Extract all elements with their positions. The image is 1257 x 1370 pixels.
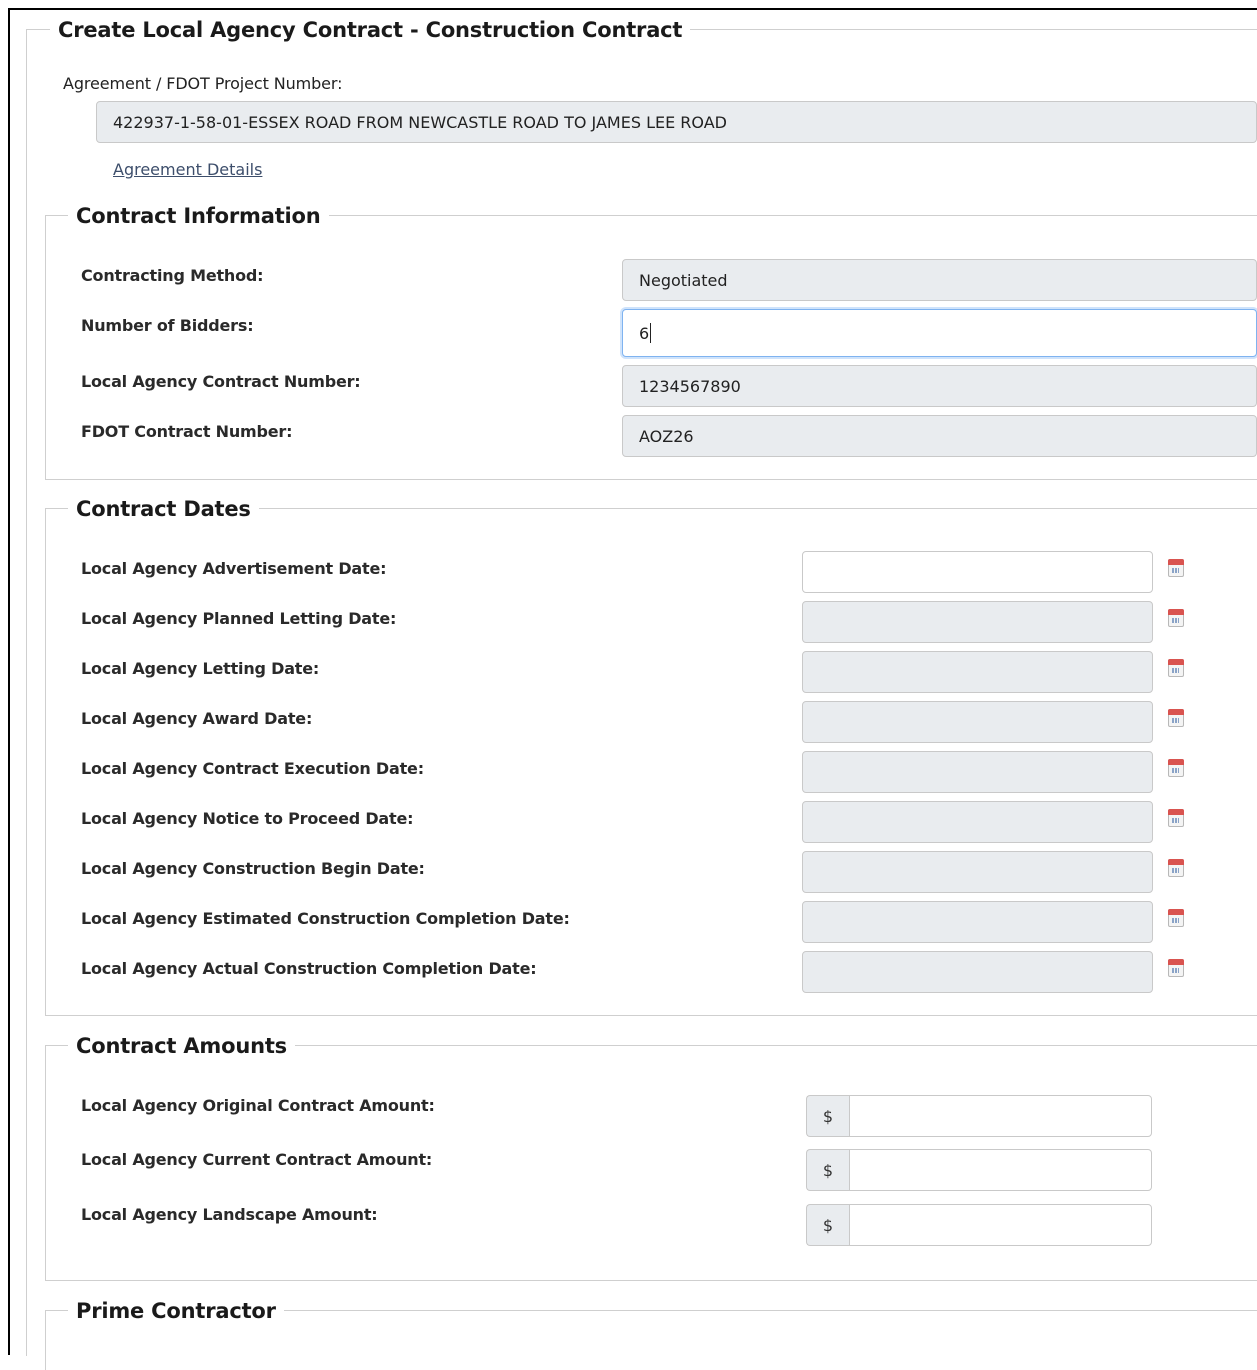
calendar-icon[interactable] <box>1168 559 1184 577</box>
date-label: Local Agency Construction Begin Date: <box>81 859 425 878</box>
local-agency-contract-number-label: Local Agency Contract Number: <box>81 372 361 391</box>
calendar-icon[interactable] <box>1168 809 1184 827</box>
currency-symbol: $ <box>806 1204 849 1246</box>
calendar-icon[interactable] <box>1168 909 1184 927</box>
calendar-icon[interactable] <box>1168 609 1184 627</box>
fdot-contract-number-field[interactable]: AOZ26 <box>622 415 1257 457</box>
contract-amounts-legend: Contract Amounts <box>68 1034 295 1058</box>
original-contract-amount-input[interactable] <box>849 1095 1152 1137</box>
text-caret <box>650 323 652 343</box>
original-contract-amount-label: Local Agency Original Contract Amount: <box>81 1096 435 1115</box>
date-label: Local Agency Planned Letting Date: <box>81 609 397 628</box>
landscape-amount-group: $ <box>806 1204 1152 1246</box>
contracting-method-field[interactable]: Negotiated <box>622 259 1257 301</box>
contract-execution-date-input[interactable] <box>802 751 1153 793</box>
landscape-amount-label: Local Agency Landscape Amount: <box>81 1205 378 1224</box>
construction-begin-date-input[interactable] <box>802 851 1153 893</box>
date-label: Local Agency Actual Construction Complet… <box>81 959 537 978</box>
current-contract-amount-label: Local Agency Current Contract Amount: <box>81 1150 433 1169</box>
original-contract-amount-group: $ <box>806 1095 1152 1137</box>
calendar-icon[interactable] <box>1168 709 1184 727</box>
number-of-bidders-label: Number of Bidders: <box>81 316 254 335</box>
award-date-input[interactable] <box>802 701 1153 743</box>
date-label: Local Agency Estimated Construction Comp… <box>81 909 570 928</box>
date-label: Local Agency Contract Execution Date: <box>81 759 424 778</box>
current-contract-amount-group: $ <box>806 1149 1152 1191</box>
date-label: Local Agency Letting Date: <box>81 659 320 678</box>
prime-contractor-legend: Prime Contractor <box>68 1299 284 1323</box>
page-title: Create Local Agency Contract - Construct… <box>50 18 691 42</box>
calendar-icon[interactable] <box>1168 759 1184 777</box>
notice-to-proceed-date-input[interactable] <box>802 801 1153 843</box>
local-agency-contract-number-field[interactable]: 1234567890 <box>622 365 1257 407</box>
currency-symbol: $ <box>806 1149 849 1191</box>
calendar-icon[interactable] <box>1168 859 1184 877</box>
planned-letting-date-input[interactable] <box>802 601 1153 643</box>
agreement-label: Agreement / FDOT Project Number: <box>63 74 343 93</box>
number-of-bidders-input[interactable]: 6 <box>622 309 1257 357</box>
estimated-completion-date-input[interactable] <box>802 901 1153 943</box>
actual-completion-date-input[interactable] <box>802 951 1153 993</box>
calendar-icon[interactable] <box>1168 659 1184 677</box>
contracting-method-label: Contracting Method: <box>81 266 264 285</box>
date-label: Local Agency Advertisement Date: <box>81 559 387 578</box>
contract-information-legend: Contract Information <box>68 204 329 228</box>
fdot-contract-number-label: FDOT Contract Number: <box>81 422 293 441</box>
number-of-bidders-value: 6 <box>639 323 650 343</box>
letting-date-input[interactable] <box>802 651 1153 693</box>
date-label: Local Agency Notice to Proceed Date: <box>81 809 414 828</box>
currency-symbol: $ <box>806 1095 849 1137</box>
contract-dates-legend: Contract Dates <box>68 497 259 521</box>
current-contract-amount-input[interactable] <box>849 1149 1152 1191</box>
landscape-amount-input[interactable] <box>849 1204 1152 1246</box>
calendar-icon[interactable] <box>1168 959 1184 977</box>
agreement-details-link[interactable]: Agreement Details <box>113 160 262 179</box>
agreement-field[interactable]: 422937-1-58-01-ESSEX ROAD FROM NEWCASTLE… <box>96 101 1257 143</box>
advertisement-date-input[interactable] <box>802 551 1153 593</box>
date-label: Local Agency Award Date: <box>81 709 313 728</box>
